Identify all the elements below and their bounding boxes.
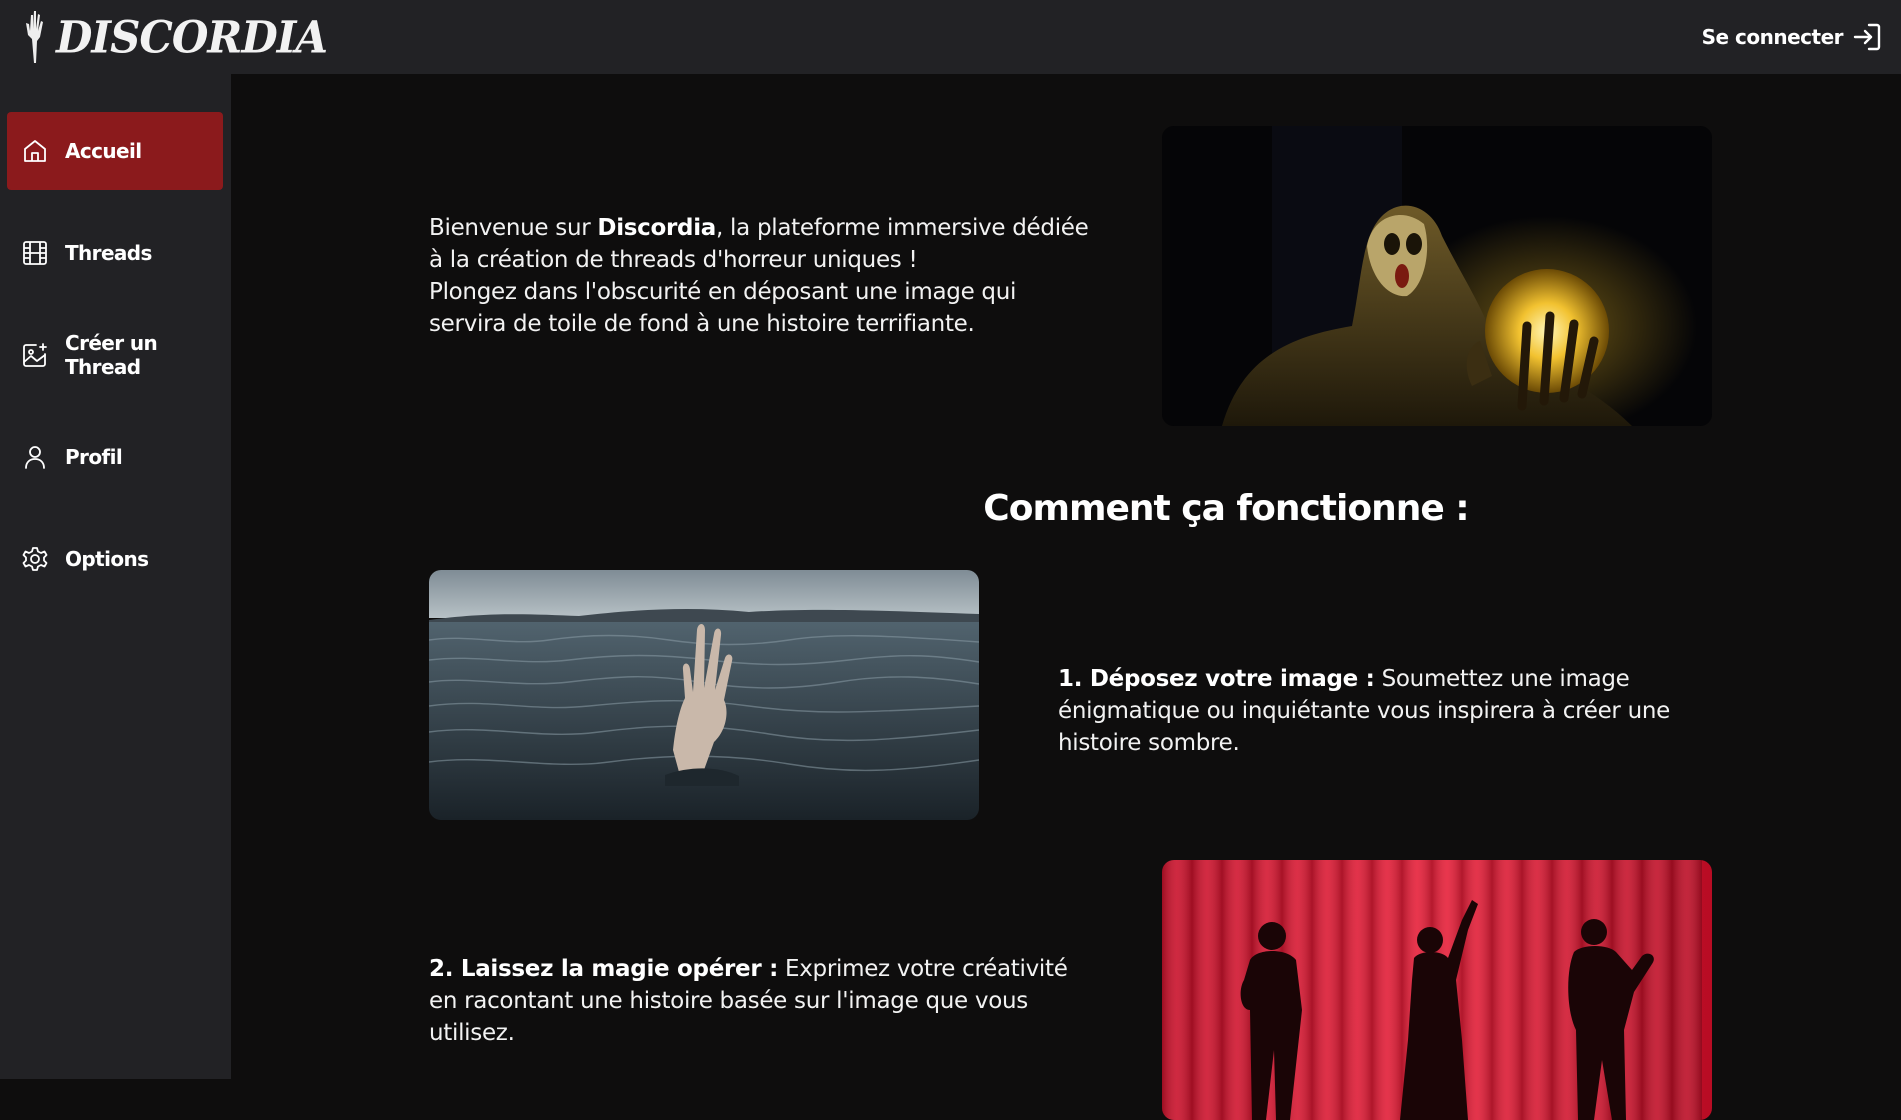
- sidebar-item-label: Créer un Thread: [65, 331, 158, 379]
- intro-line2: Plongez dans l'obscurité en déposant une…: [429, 279, 1017, 337]
- zombie-hand-logo-icon: [26, 11, 43, 63]
- sidebar-item-threads[interactable]: Threads: [7, 214, 223, 292]
- login-label: Se connecter: [1701, 25, 1844, 49]
- sidebar-item-creer-thread[interactable]: Créer un Thread: [7, 316, 223, 394]
- top-bar: DISCORDIA Se connecter: [0, 0, 1901, 74]
- sidebar-item-label: Options: [65, 547, 149, 571]
- gear-icon: [22, 547, 48, 571]
- user-icon: [25, 446, 45, 469]
- step-1-title: 1. Déposez votre image :: [1058, 666, 1375, 692]
- red-curtain-silhouettes-image: [1162, 860, 1712, 1120]
- sidebar-item-label: Threads: [65, 241, 152, 265]
- section-title: Comment ça fonctionne :: [231, 488, 1901, 529]
- sidebar-item-label: Profil: [65, 445, 123, 469]
- home-icon: [24, 140, 46, 162]
- film-icon: [23, 241, 47, 265]
- hand-in-water-image: [429, 570, 979, 820]
- sidebar-item-options[interactable]: Options: [7, 520, 223, 598]
- step-2-title: 2. Laissez la magie opérer :: [429, 956, 778, 982]
- image-add-icon: [23, 343, 47, 367]
- login-icon: [1853, 23, 1881, 51]
- intro-brand: Discordia: [597, 215, 717, 241]
- sidebar-item-profil[interactable]: Profil: [7, 418, 223, 496]
- sidebar-item-accueil[interactable]: Accueil: [7, 112, 223, 190]
- main-content: Bienvenue sur Discordia, la plateforme i…: [231, 74, 1901, 1120]
- sidebar-item-label: Accueil: [65, 139, 142, 163]
- sidebar: Accueil Threads Créer un Thread Profil O…: [0, 74, 231, 1079]
- step-2-text: 2. Laissez la magie opérer : Exprimez vo…: [429, 953, 1069, 1049]
- logo-text: DISCORDIA: [56, 11, 328, 63]
- login-button[interactable]: Se connecter: [1702, 21, 1883, 53]
- step-1-text: 1. Déposez votre image : Soumettez une i…: [1058, 663, 1718, 759]
- section-title-text: Comment ça fonctionne :: [983, 488, 1469, 529]
- logo[interactable]: DISCORDIA: [20, 9, 328, 65]
- intro-prefix: Bienvenue sur: [429, 215, 598, 241]
- reaper-crystal-ball-image: [1162, 126, 1712, 426]
- intro-paragraph: Bienvenue sur Discordia, la plateforme i…: [429, 212, 1089, 340]
